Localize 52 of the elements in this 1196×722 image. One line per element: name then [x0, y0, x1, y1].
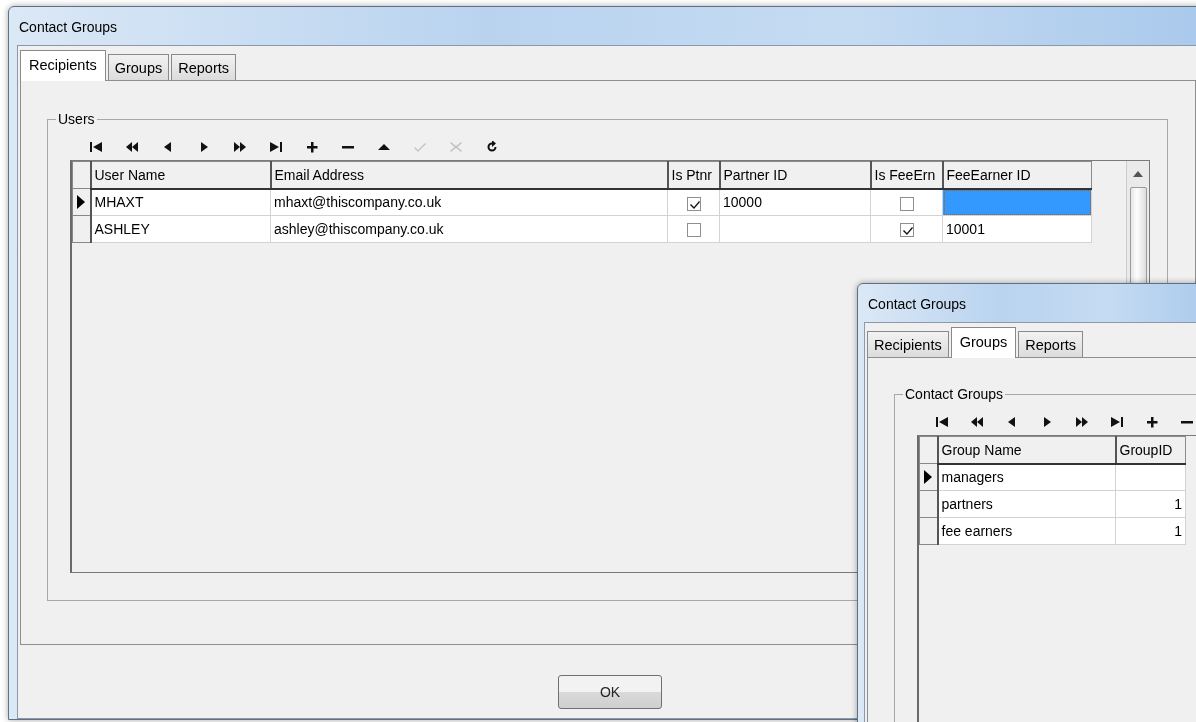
table-cell: 10000 — [719, 188, 871, 216]
table-cell: partners — [937, 490, 1116, 518]
column-header[interactable]: Partner ID — [719, 161, 871, 189]
row-indicator[interactable] — [919, 517, 938, 545]
column-header[interactable]: Is FeeErn — [870, 161, 943, 189]
up-triangle-icon[interactable] — [377, 141, 391, 153]
row-indicator[interactable] — [72, 188, 91, 216]
window-title: Contact Groups — [18, 18, 119, 37]
row-indicator[interactable] — [919, 463, 938, 491]
first-record-icon[interactable] — [89, 141, 103, 153]
table-cell: fee earners — [937, 517, 1116, 545]
plus-icon[interactable] — [305, 141, 319, 153]
checkbox[interactable] — [899, 196, 914, 211]
plus-icon[interactable] — [1144, 416, 1159, 428]
refresh-icon[interactable] — [485, 141, 499, 153]
column-header[interactable]: Email Address — [270, 161, 668, 189]
tab[interactable]: Recipients — [867, 331, 949, 357]
checkbox[interactable] — [686, 223, 701, 238]
checkbox[interactable] — [686, 196, 701, 211]
table-cell: 1 — [1115, 490, 1186, 518]
table-cell[interactable]: 10001 — [942, 215, 1092, 243]
table-cell — [1115, 463, 1186, 491]
tab[interactable]: Reports — [171, 54, 237, 80]
table-cell: ashley@thiscompany.co.uk — [270, 215, 668, 243]
tab[interactable]: Recipients — [20, 50, 106, 81]
checkbox[interactable] — [899, 223, 914, 238]
row-indicator[interactable] — [72, 215, 91, 243]
column-header[interactable]: FeeEarner ID — [942, 161, 1092, 189]
first-record-icon[interactable] — [935, 416, 950, 428]
table-cell[interactable] — [942, 188, 1092, 216]
double-left-icon[interactable] — [125, 141, 139, 153]
scroll-up-icon[interactable] — [1133, 171, 1143, 177]
column-header[interactable]: User Name — [90, 161, 271, 189]
double-right-icon[interactable] — [233, 141, 247, 153]
column-header[interactable]: Group Name — [937, 436, 1116, 464]
column-header[interactable]: Is Ptnr — [667, 161, 720, 189]
table-cell: mhaxt@thiscompany.co.uk — [270, 188, 668, 216]
tab[interactable]: Groups — [950, 327, 1017, 358]
window-title: Contact Groups — [867, 295, 968, 314]
tab[interactable]: Groups — [107, 54, 170, 80]
tab[interactable]: Reports — [1018, 331, 1084, 357]
double-left-icon[interactable] — [970, 416, 985, 428]
table-cell: managers — [937, 463, 1116, 491]
last-record-icon[interactable] — [1109, 416, 1124, 428]
row-indicator[interactable] — [919, 490, 938, 518]
column-header[interactable]: GroupID — [1115, 436, 1186, 464]
last-record-icon[interactable] — [269, 141, 283, 153]
table-cell: MHAXT — [90, 188, 271, 216]
ok-button[interactable]: OK — [558, 675, 662, 709]
table-cell: ASHLEY — [90, 215, 271, 243]
double-right-icon[interactable] — [1074, 416, 1089, 428]
table-cell: 1 — [1115, 517, 1186, 545]
